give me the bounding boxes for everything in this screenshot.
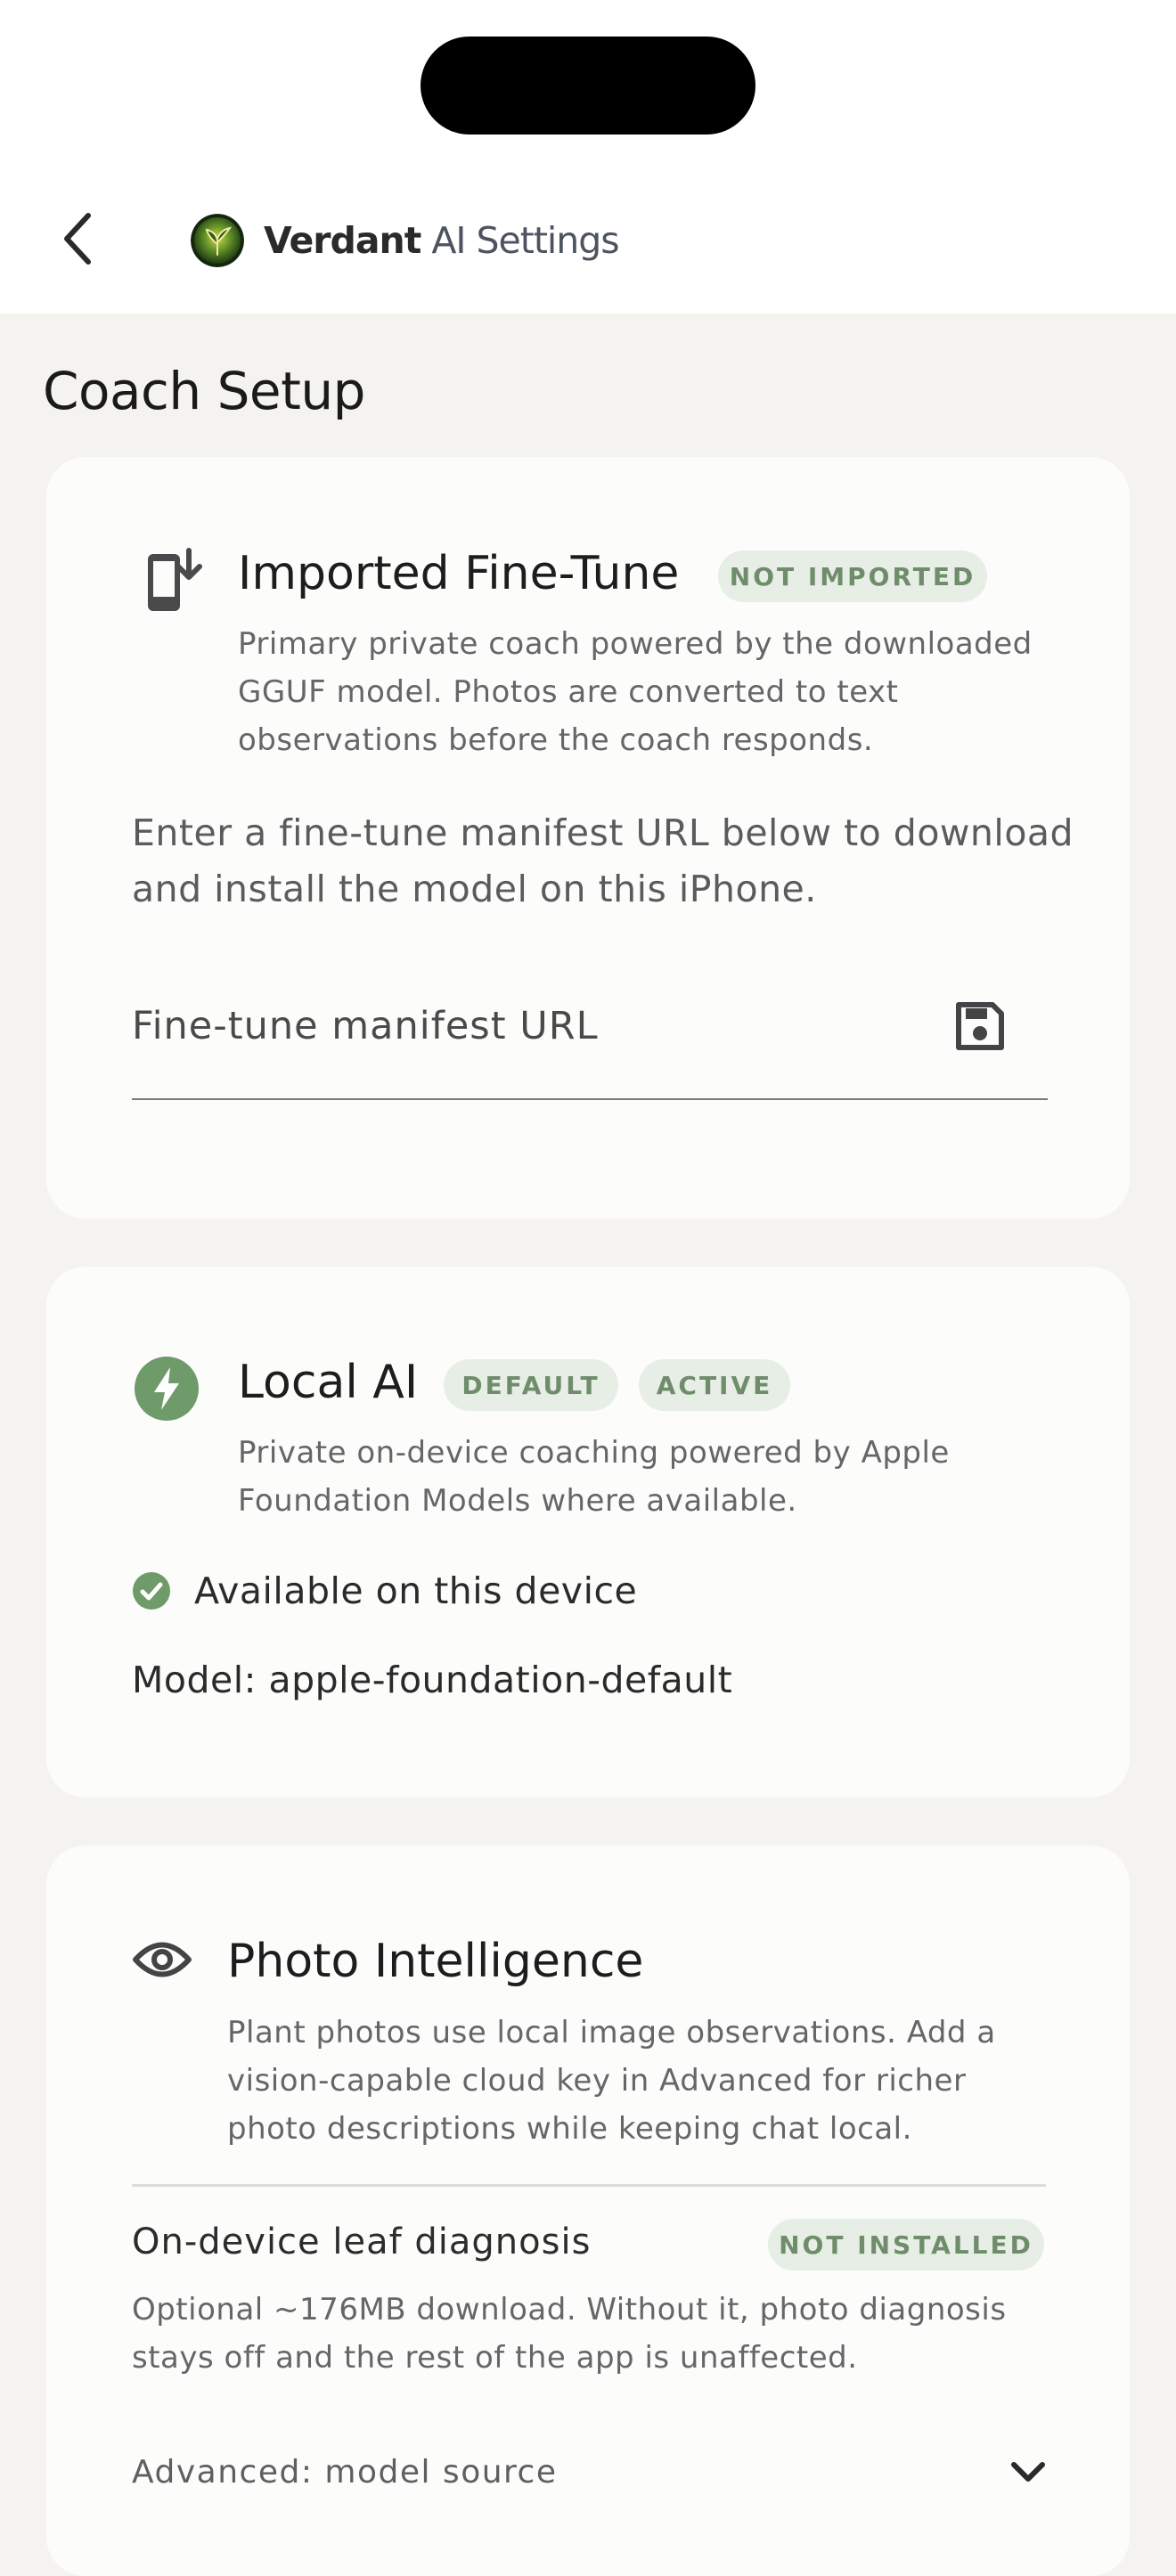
eye-icon: [133, 1942, 192, 1977]
chevron-left-icon: [64, 213, 91, 265]
section-divider: [132, 2184, 1046, 2187]
local-ai-title: Local AI: [238, 1356, 419, 1409]
status-badge: NOT IMPORTED: [718, 550, 987, 602]
photo-intelligence-title: Photo Intelligence: [227, 1935, 644, 1988]
fine-tune-instructions: Enter a fine-tune manifest URL below to …: [132, 811, 1074, 910]
not-installed-badge: NOT INSTALLED: [768, 2219, 1044, 2270]
chevron-down-icon: [1011, 2462, 1045, 2482]
brand-suffix: AI Settings: [431, 219, 619, 262]
manifest-url-input[interactable]: [132, 1004, 934, 1048]
availability-text: Available on this device: [194, 1569, 638, 1612]
app-brand: Verdant AI Settings: [191, 212, 620, 269]
photo-intelligence-description: Plant photos use local image observation…: [227, 2015, 996, 2147]
local-ai-description: Private on-device coaching powered by Ap…: [238, 1435, 950, 1519]
phone-download-icon: [148, 548, 202, 611]
active-badge: ACTIVE: [639, 1359, 790, 1411]
availability-row: Available on this device: [132, 1569, 637, 1612]
dynamic-island: [421, 37, 755, 135]
save-icon: [956, 1002, 1004, 1050]
url-underline: [132, 1098, 1048, 1100]
bolt-icon: [135, 1357, 199, 1421]
advanced-label: Advanced: model source: [132, 2453, 558, 2490]
back-button[interactable]: [46, 203, 109, 274]
top-bar: Verdant AI Settings: [0, 0, 1176, 314]
verdant-logo: [191, 214, 244, 267]
leaf-diagnosis-description: Optional ~176MB download. Without it, ph…: [132, 2292, 1007, 2376]
fine-tune-description: Primary private coach powered by the dow…: [238, 626, 1033, 758]
check-circle-icon: [133, 1572, 170, 1610]
default-badge: DEFAULT: [444, 1359, 618, 1411]
manifest-url-field: [132, 999, 987, 1053]
model-name: Model: apple-foundation-default: [132, 1659, 733, 1701]
advanced-model-source-toggle[interactable]: Advanced: model source: [132, 2442, 1046, 2501]
leaf-diagnosis-title: On-device leaf diagnosis: [132, 2221, 592, 2262]
local-ai-card: [46, 1267, 1130, 1797]
save-url-button[interactable]: [951, 998, 1009, 1055]
brand-name: Verdant: [264, 219, 421, 262]
page-title: Coach Setup: [43, 361, 365, 421]
fine-tune-title: Imported Fine-Tune: [238, 547, 680, 600]
